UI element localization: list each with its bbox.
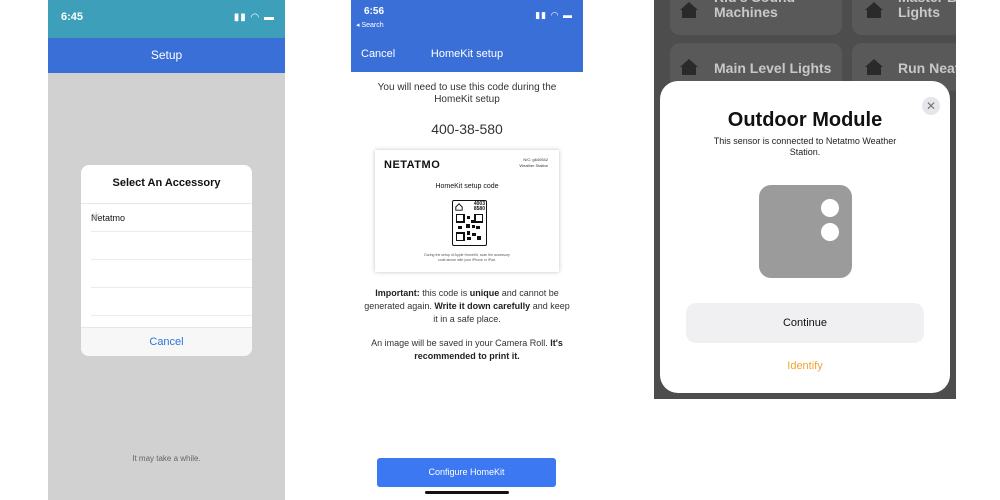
tile-label: Run Neat — [898, 60, 956, 76]
accessory-list: Netatmo ✳ — [81, 203, 252, 329]
tile-master-lights[interactable]: Master B Lights — [852, 0, 956, 35]
important-notice: Important: this code is unique and canno… — [361, 287, 573, 326]
continue-button[interactable]: Continue — [686, 303, 924, 343]
list-item[interactable] — [91, 232, 252, 260]
sheet-title: Outdoor Module — [727, 109, 883, 131]
status-bar: 6:56 ◂ Search ▮▮ ◠ ▬ — [351, 0, 583, 37]
home-icon — [865, 59, 883, 75]
camera-roll-notice: An image will be saved in your Camera Ro… — [361, 337, 573, 363]
dialog-title: Select An Accessory — [112, 177, 221, 189]
setup-screen: 6:45 ▮▮ ◠ ▬ Setup Select An Accessory Ne… — [48, 0, 285, 500]
home-icon — [865, 2, 883, 18]
accessory-card-screen: Kid's Sound Machines Master B Lights Mai… — [654, 0, 956, 399]
accessory-sheet: ✕ Outdoor Module This sensor is connecte… — [660, 81, 950, 393]
qr-code: 4003 8580 — [452, 200, 487, 246]
back-to-search-link[interactable]: ◂ Search — [356, 21, 384, 29]
card-note: During the setup of Apple HomeKit, scan … — [424, 253, 510, 262]
sheet-subtitle: This sensor is connected to Netatmo Weat… — [713, 136, 897, 157]
tile-label: Master B Lights — [898, 0, 956, 20]
accessory-dialog: Select An Accessory Netatmo ✳ Cancel — [81, 165, 252, 356]
card-title: HomeKit setup code — [435, 183, 499, 190]
homekit-setup-screen: 6:56 ◂ Search ▮▮ ◠ ▬ Cancel HomeKit setu… — [351, 0, 583, 500]
signal-wifi-battery-icon: ▮▮ ◠ ▬ — [233, 12, 275, 23]
serial-text: N/C: g640542 Weather Station — [519, 157, 548, 168]
signal-wifi-battery-icon: ▮▮ ◠ ▬ — [535, 10, 573, 20]
list-item[interactable]: Netatmo ✳ — [91, 204, 252, 232]
tile-label: Main Level Lights — [714, 60, 832, 76]
qr-pattern-icon — [456, 214, 483, 241]
status-bar: 6:45 ▮▮ ◠ ▬ — [48, 0, 285, 38]
nav-title: HomeKit setup — [430, 48, 504, 60]
module-dot — [821, 223, 839, 241]
setup-code: 400-38-580 — [431, 121, 503, 137]
qr-digits: 4003 8580 — [474, 202, 485, 212]
important-text: this code is — [419, 288, 470, 298]
home-indicator[interactable] — [425, 491, 509, 494]
home-icon — [680, 2, 698, 18]
cancel-button[interactable]: Cancel — [81, 327, 252, 356]
list-item[interactable] — [91, 260, 252, 288]
setup-code-card: NETATMO N/C: g640542 Weather Station Hom… — [375, 150, 559, 272]
nav-bar: Setup — [48, 38, 285, 73]
brand-logo: NETATMO — [384, 159, 441, 171]
wait-hint: It may take a while. — [132, 454, 201, 463]
status-time: 6:56 — [364, 6, 385, 17]
nav-bar: Cancel HomeKit setup — [351, 37, 583, 72]
module-dot — [821, 199, 839, 217]
outdoor-module-icon — [759, 185, 852, 278]
home-icon — [680, 59, 698, 75]
identify-button[interactable]: Identify — [660, 360, 950, 372]
nav-title: Setup — [150, 48, 183, 62]
list-item[interactable] — [91, 288, 252, 316]
status-time: 6:45 — [61, 11, 84, 23]
configure-homekit-button[interactable]: Configure HomeKit — [377, 458, 556, 487]
loading-spinner-icon: ✳ — [91, 210, 102, 224]
home-icon — [455, 203, 463, 211]
qr-digits-line-2: 8580 — [473, 206, 485, 212]
important-unique: unique — [469, 288, 500, 298]
tile-label: Kid's Sound Machines — [714, 0, 795, 20]
roll-text: An image will be saved in your Camera Ro… — [371, 338, 551, 348]
tile-kids-sound-machines[interactable]: Kid's Sound Machines — [670, 0, 842, 35]
important-label: Important: — [375, 288, 420, 298]
intro-text: You will need to use this code during th… — [377, 82, 557, 105]
important-write: Write it down carefully — [434, 301, 531, 311]
